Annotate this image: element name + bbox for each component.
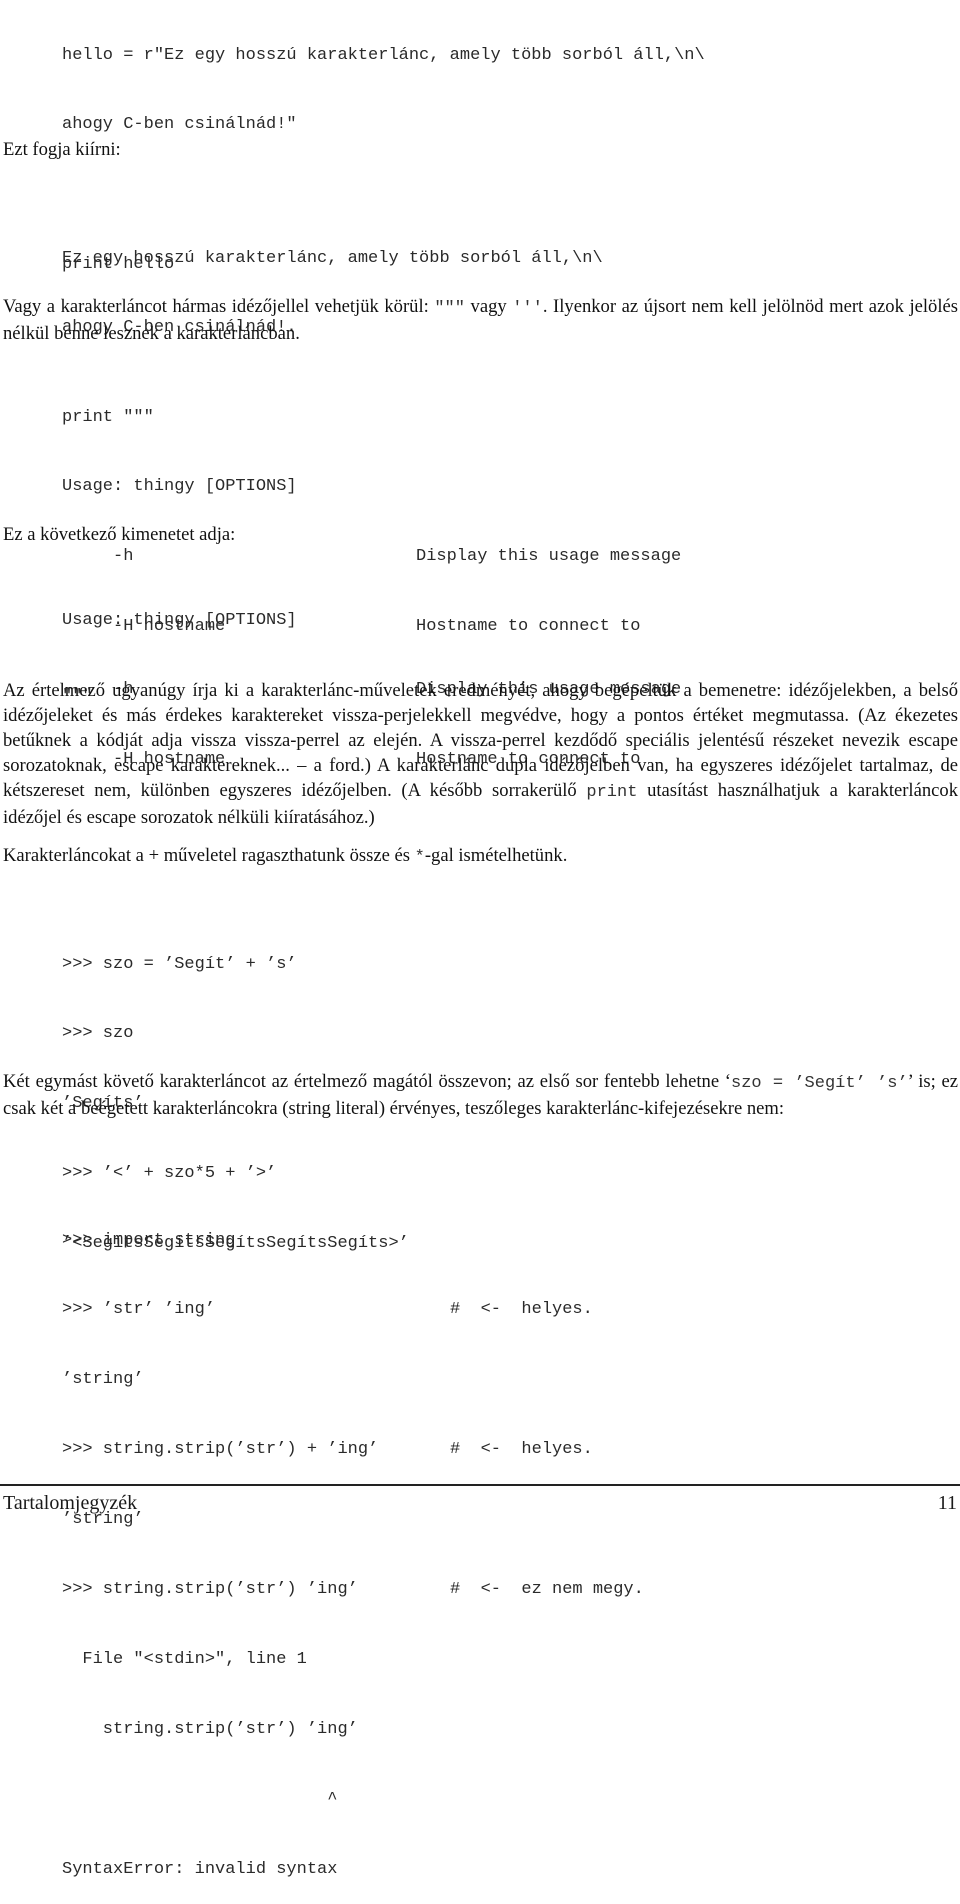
code-line: >>> string.strip(’str’) + ’ing’ # <- hely…: [62, 1438, 862, 1461]
paragraph-output-result: Ez a következő kimenetet adja:: [3, 524, 236, 545]
paragraph-literal-concat: Két egymást követő karakterláncot az ért…: [3, 1069, 958, 1121]
code-line: >>> import string: [62, 1229, 862, 1252]
code-line: >>> szo = ’Segít’ + ’s’: [62, 954, 297, 974]
code-line: ’string’: [62, 1368, 862, 1391]
code-line: ^: [62, 1788, 862, 1811]
code-line: ahogy C-ben csinálnád!": [62, 115, 297, 135]
paragraph-output-intro: Ezt fogja kiírni:: [3, 139, 121, 160]
code-line: >>> ’str’ ’ing’ # <- helyes.: [62, 1298, 862, 1321]
code-line: string.strip(’str’) ’ing’: [62, 1718, 862, 1741]
code-text: >>> string.strip(’str’) ’ing’: [62, 1580, 358, 1600]
paragraph-triple-quotes: Vagy a karakterláncot hármas idézőjellel…: [3, 294, 958, 346]
inline-code: ''': [512, 299, 543, 318]
code-text: File "<stdin>", line 1: [62, 1649, 307, 1669]
code-comment: # <- ez nem megy.: [450, 1580, 644, 1600]
text: Karakterláncokat a + műveletel ragasztha…: [3, 845, 415, 866]
code-line: >>> szo: [62, 1024, 134, 1044]
text: vagy: [464, 296, 513, 317]
inline-code: *: [414, 848, 425, 867]
code-text: >>> string.strip(’str’) + ’ing’: [62, 1440, 379, 1460]
text: Vagy a karakterláncot hármas idézőjellel…: [3, 296, 435, 317]
paragraph-concatenation: Karakterláncokat a + műveletel ragasztha…: [3, 843, 958, 870]
code-text: ^: [62, 1789, 338, 1809]
code-line: print """: [62, 407, 154, 427]
code-line: >>> string.strip(’str’) ’ing’ # <- ez nem…: [62, 1578, 862, 1601]
page-number: 11: [937, 1492, 957, 1514]
code-line: ’string’: [62, 1508, 862, 1531]
code-line: hello = r"Ez egy hosszú karakterlánc, am…: [62, 45, 705, 65]
code-text: >>> import string: [62, 1230, 236, 1250]
inline-code: print: [586, 783, 638, 802]
paragraph-interpreter-output: Az értelmező ugyanúgy írja ki a karakter…: [3, 678, 958, 830]
code-text: SyntaxError: invalid syntax: [62, 1859, 338, 1879]
code-line: SyntaxError: invalid syntax: [62, 1858, 862, 1881]
code-block-strip: >>> import string >>> ’str’ ’ing’ # <- he…: [62, 1182, 862, 1904]
text: -gal ismételhetünk.: [424, 845, 568, 866]
code-text: string.strip(’str’) ’ing’: [62, 1719, 358, 1739]
footer-toc-link[interactable]: Tartalomjegyzék: [3, 1492, 137, 1515]
inline-code: """: [434, 299, 465, 318]
code-text: ’string’: [62, 1370, 144, 1390]
code-comment: # <- helyes.: [450, 1440, 593, 1460]
inline-code: szo = ’Segít’ ’s’: [731, 1074, 908, 1093]
code-line: File "<stdin>", line 1: [62, 1648, 862, 1671]
code-line: Usage: thingy [OPTIONS]: [62, 477, 297, 497]
output-line: Usage: thingy [OPTIONS]: [62, 610, 297, 630]
output-line: Ez egy hosszú karakterlánc, amely több s…: [62, 248, 603, 268]
code-text: >>> ’str’ ’ing’: [62, 1300, 216, 1320]
footer-divider: [0, 1484, 960, 1486]
text: Két egymást követő karakterláncot az ért…: [3, 1071, 731, 1092]
code-comment: # <- helyes.: [450, 1300, 593, 1320]
